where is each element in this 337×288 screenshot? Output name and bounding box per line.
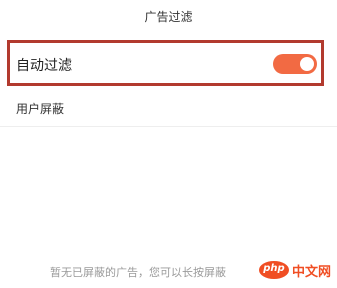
auto-filter-label: 自动过滤 <box>16 58 72 74</box>
watermark-text: 中文网 <box>291 264 331 280</box>
user-block-label: 用户屏蔽 <box>16 102 65 116</box>
ad-filter-page: 广告过滤 自动过滤 用户屏蔽 暂无已屏蔽的广告，您可以长按屏蔽 php 中文网 <box>0 0 337 288</box>
watermark: php 中文网 <box>258 258 331 282</box>
logo-text: php <box>263 263 285 274</box>
empty-state-hint: 暂无已屏蔽的广告，您可以长按屏蔽 <box>50 266 226 279</box>
auto-filter-toggle[interactable] <box>273 54 317 74</box>
toggle-knob <box>300 57 314 71</box>
page-title: 广告过滤 <box>144 10 193 24</box>
php-logo-icon: php <box>258 261 289 279</box>
auto-filter-row[interactable]: 自动过滤 <box>10 43 321 83</box>
user-block-row[interactable]: 用户屏蔽 <box>0 92 337 127</box>
